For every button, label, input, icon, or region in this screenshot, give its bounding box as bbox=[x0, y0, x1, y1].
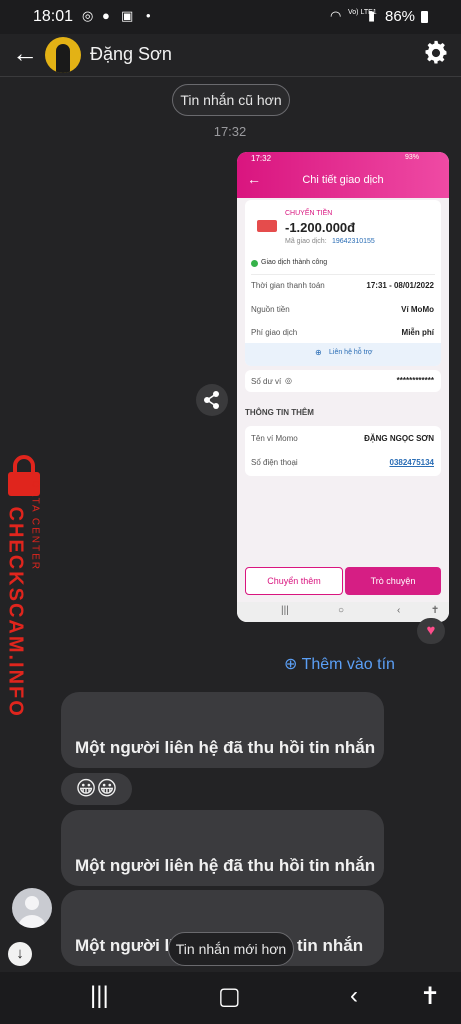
wallet-name-label: Tên ví Momo bbox=[251, 434, 298, 443]
wallet-name: ĐẶNG NGỌC SƠN bbox=[364, 434, 434, 443]
transaction-status: Giao dịch thành công bbox=[261, 259, 328, 266]
scroll-down-icon[interactable]: ↓ bbox=[8, 942, 32, 966]
share-icon bbox=[204, 391, 219, 409]
recalled-message-text-start: Một người li bbox=[75, 936, 174, 955]
row-value: 17:31 - 08/01/2022 bbox=[366, 281, 434, 290]
row-value: Ví MoMo bbox=[401, 305, 434, 314]
row-label: Phí giao dịch bbox=[251, 328, 298, 337]
row-label: Thời gian thanh toán bbox=[251, 281, 325, 290]
status-bar: 18:01 ◎ ● ▣ • ◠ Vo) LTE1 ▮ 86% bbox=[0, 0, 461, 34]
home-icon: ○ bbox=[338, 605, 345, 616]
phone-value: 0382475134 bbox=[389, 458, 435, 467]
battery-percent: 86% bbox=[385, 8, 416, 25]
heart-reaction-icon[interactable]: ♥ bbox=[417, 618, 445, 644]
txn-code: 19642310155 bbox=[332, 238, 375, 245]
momo-nav-bar: ||| ○ ‹ ✝ bbox=[237, 602, 449, 622]
older-messages-button[interactable]: Tin nhắn cũ hơn bbox=[172, 84, 290, 116]
recalled-message-text-end: tin nhắn bbox=[297, 936, 364, 955]
battery-icon bbox=[421, 11, 428, 23]
watermark-subtitle: DATA CENTER bbox=[29, 480, 41, 572]
shared-image[interactable]: 17:32 93% ← Chi tiết giao dịch CHUYỂN TI… bbox=[237, 152, 449, 622]
eye-off-icon: ◎ bbox=[285, 376, 292, 385]
person-icon bbox=[18, 896, 46, 928]
row-label: Nguồn tiền bbox=[251, 305, 290, 314]
momo-title: Chi tiết giao dịch bbox=[302, 174, 384, 186]
gear-icon[interactable] bbox=[422, 39, 450, 67]
newer-messages-button[interactable]: Tin nhắn mới hơn bbox=[168, 932, 294, 966]
signal-icon: ▮ bbox=[368, 8, 376, 23]
watermark-brand: CHECKSCAM.INFO bbox=[4, 506, 27, 718]
transfer-icon bbox=[257, 220, 277, 232]
contact-name[interactable]: Đặng Sơn bbox=[90, 44, 172, 65]
more-info-title: THÔNG TIN THÊM bbox=[245, 408, 314, 417]
add-to-chat-link[interactable]: ⊕ Thêm vào tín bbox=[284, 654, 395, 674]
chat-header: ← Đặng Sơn bbox=[0, 34, 461, 77]
transfer-more-button: Chuyển thêm bbox=[245, 567, 343, 595]
recalled-message-bubble[interactable]: Một người liên hệ đã thu hồi tin nhắn bbox=[61, 810, 384, 886]
momo-status-battery: 93% bbox=[405, 154, 420, 161]
success-check-icon bbox=[251, 260, 258, 267]
chat-button: Trò chuyện bbox=[345, 567, 441, 595]
dot-icon: • bbox=[146, 8, 151, 23]
recents-icon[interactable]: ||| bbox=[90, 982, 109, 1010]
accessibility-icon[interactable]: ✝ bbox=[420, 982, 440, 1011]
add-to-chat-label: Thêm vào tín bbox=[301, 656, 395, 673]
support-icon: ⊕ bbox=[315, 348, 322, 357]
recalled-message-text: Một người liên hệ đã thu hồi tin nhắn bbox=[75, 856, 376, 875]
back-icon[interactable]: ‹ bbox=[350, 982, 358, 1010]
contact-avatar[interactable] bbox=[45, 37, 81, 73]
system-nav-bar: ||| ▢ ‹ ✝ bbox=[0, 972, 461, 1024]
sender-avatar[interactable] bbox=[12, 888, 52, 928]
accessibility-icon: ✝ bbox=[431, 605, 440, 616]
recalled-message-text: Một người liên hệ đã thu hồi tin nhắn bbox=[75, 738, 376, 757]
txn-code-label: Mã giao dịch: bbox=[285, 238, 327, 245]
emoji-message-bubble[interactable]: 😀😀 bbox=[61, 773, 132, 805]
message-timestamp: 17:32 bbox=[213, 124, 247, 139]
chat-bubble-icon: ● bbox=[102, 8, 110, 23]
back-icon: ‹ bbox=[397, 605, 401, 616]
recalled-message-bubble[interactable]: Một người liên hệ đã thu hồi tin nhắn bbox=[61, 692, 384, 768]
recents-icon: ||| bbox=[281, 605, 289, 616]
share-button[interactable] bbox=[196, 384, 228, 416]
momo-status-time: 17:32 bbox=[251, 154, 272, 163]
status-time: 18:01 bbox=[33, 8, 74, 25]
image-icon: ▣ bbox=[121, 8, 134, 23]
wifi-icon: ◠ bbox=[330, 8, 342, 23]
plus-circle-icon: ⊕ bbox=[284, 656, 298, 673]
balance-value: ************ bbox=[396, 376, 434, 385]
row-value: Miễn phí bbox=[401, 328, 434, 337]
messenger-icon: ◎ bbox=[82, 8, 94, 23]
phone-label: Số điện thoại bbox=[251, 458, 298, 467]
transaction-type: CHUYỂN TIỀN bbox=[285, 210, 333, 217]
back-arrow-icon[interactable]: ← bbox=[12, 40, 38, 66]
home-icon[interactable]: ▢ bbox=[218, 982, 241, 1011]
balance-label: Số dư ví bbox=[251, 377, 282, 386]
divider bbox=[251, 274, 435, 275]
transaction-amount: -1.200.000đ bbox=[285, 220, 356, 235]
support-link: Liên hệ hỗ trợ bbox=[329, 349, 373, 356]
